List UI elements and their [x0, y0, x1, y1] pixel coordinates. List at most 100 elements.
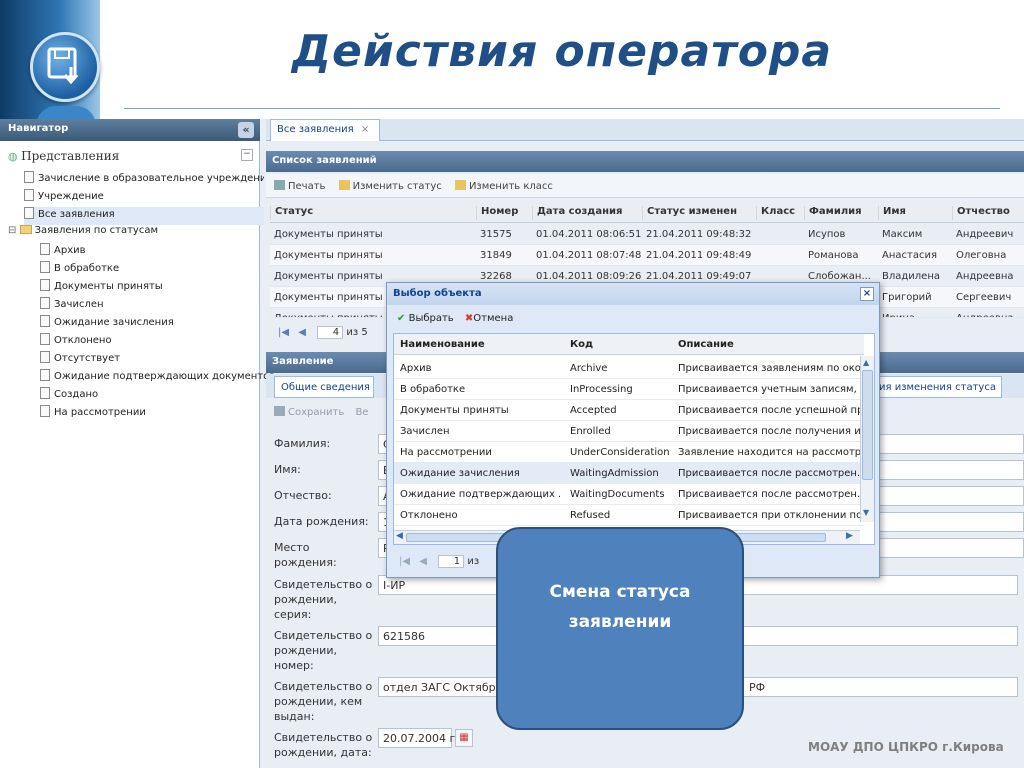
document-icon: [40, 297, 50, 309]
page-input[interactable]: 4: [317, 326, 344, 339]
column-header[interactable]: Наименование: [400, 339, 560, 350]
folder-icon[interactable]: ⊟: [8, 225, 20, 236]
column-header[interactable]: Фамилия: [804, 206, 874, 220]
save-icon: [274, 406, 285, 416]
table-cell: 01.04.2011 08:09:26: [536, 271, 642, 282]
vertical-scrollbar[interactable]: ▲ ▼: [860, 356, 874, 522]
navigator-header: Навигатор «: [0, 119, 260, 141]
table-row[interactable]: Документы приняты 31575 01.04.2011 08:06:5…: [270, 224, 1024, 245]
field-value: 621586: [383, 630, 425, 643]
prev-page-icon[interactable]: ◀: [419, 556, 427, 567]
print-label: Печать: [288, 181, 326, 192]
column-header[interactable]: Код: [570, 339, 674, 350]
sidebar-item[interactable]: Зачисление в образовательное учреждение: [24, 171, 264, 189]
cancel-button[interactable]: ✖Отмена: [465, 313, 513, 324]
table-cell: InProcessing: [570, 384, 633, 395]
column-header[interactable]: Статус: [270, 206, 470, 220]
field-input[interactable]: 20.07.2004 г ▦: [378, 728, 473, 748]
close-tab-icon[interactable]: ×: [361, 124, 369, 135]
first-page-icon[interactable]: |◀: [278, 327, 289, 338]
field-label: Дата рождения:: [274, 515, 369, 528]
scroll-thumb[interactable]: [862, 370, 873, 480]
list-item[interactable]: Ожидание зачисления WaitingAdmission Присв…: [394, 463, 864, 484]
column-header[interactable]: Отчество: [952, 206, 1018, 220]
first-page-icon[interactable]: |◀: [399, 556, 410, 567]
calendar-icon[interactable]: ▦: [455, 729, 473, 747]
list-item[interactable]: Документы приняты Accepted Присваивается п…: [394, 400, 864, 421]
sidebar-item[interactable]: Ожидание подтверждающих документов: [40, 369, 280, 387]
column-header[interactable]: Класс: [756, 206, 800, 220]
sidebar-item-label: Зачислен: [54, 299, 104, 310]
table-cell: Анастасия: [882, 250, 937, 261]
scroll-left-icon[interactable]: ◀: [396, 531, 403, 541]
other-button[interactable]: Ве: [355, 407, 368, 418]
table-cell: Слобожан...: [808, 271, 871, 282]
sidebar-item-label: Заявления по статусам: [34, 225, 158, 236]
close-icon[interactable]: ×: [860, 287, 874, 301]
document-icon: [24, 171, 34, 183]
select-button[interactable]: ✔ Выбрать: [397, 313, 454, 324]
sidebar-item[interactable]: Отклонено: [40, 333, 280, 351]
title-divider: [124, 108, 1000, 109]
collapse-icon[interactable]: «: [238, 122, 254, 138]
form-title: Заявление: [272, 356, 334, 367]
save-button[interactable]: Сохранить: [274, 406, 344, 418]
sidebar-item[interactable]: На рассмотрении: [40, 405, 280, 423]
sidebar-item[interactable]: Отсутствует: [40, 351, 280, 369]
list-pager: |◀ ◀ 4 из 5: [270, 320, 390, 344]
list-panel-header: Список заявлений: [266, 151, 1024, 172]
edit-icon: [338, 180, 350, 190]
list-title: Список заявлений: [272, 155, 377, 166]
table-cell: На рассмотрении: [400, 447, 492, 458]
table-cell: 31849: [480, 250, 512, 261]
tab-general-info[interactable]: Общие сведения: [274, 376, 374, 398]
sidebar-item[interactable]: Документы приняты: [40, 279, 280, 297]
sidebar-item[interactable]: ⊟ Заявления по статусам: [8, 225, 248, 243]
table-cell: Enrolled: [570, 426, 611, 437]
change-class-button[interactable]: Изменить класс: [454, 180, 553, 192]
minimize-icon[interactable]: −: [241, 149, 253, 161]
field-label: Отчество:: [274, 489, 332, 502]
list-item[interactable]: На рассмотрении UnderConsideration Заявлен…: [394, 442, 864, 463]
list-item[interactable]: Зачислен Enrolled Присваивается после полу…: [394, 421, 864, 442]
list-item[interactable]: Отклонено Refused Присваивается при отклон…: [394, 505, 864, 526]
navigator-section-title[interactable]: ◍ Представления: [0, 145, 260, 167]
sidebar-item[interactable]: В обработке: [40, 261, 280, 279]
edit-icon: [454, 180, 466, 190]
sidebar-item[interactable]: Ожидание зачисления: [40, 315, 280, 333]
table-cell: Исупов: [808, 229, 846, 240]
print-button[interactable]: Печать: [274, 180, 326, 192]
change-class-label: Изменить класс: [468, 181, 553, 192]
scroll-up-icon[interactable]: ▲: [863, 358, 869, 367]
table-cell: Документы приняты: [274, 271, 383, 282]
table-cell: 31575: [480, 229, 512, 240]
grid-header: Статус Номер Дата создания Статус изменен Кл…: [270, 202, 1024, 223]
sidebar-item[interactable]: Создано: [40, 387, 280, 405]
sidebar-item[interactable]: Зачислен: [40, 297, 280, 315]
tab-status-history[interactable]: ия изменения статуса: [872, 376, 1002, 398]
table-cell: UnderConsideration: [570, 447, 670, 458]
scroll-down-icon[interactable]: ▼: [863, 508, 869, 517]
table-cell: Присваивается после рассмотрен.: [678, 468, 861, 479]
sidebar-item[interactable]: Все заявления: [24, 207, 264, 225]
sidebar-item[interactable]: Учреждение: [24, 189, 264, 207]
tab-all-applications[interactable]: Все заявления ×: [270, 119, 380, 141]
column-header[interactable]: Описание: [678, 339, 862, 350]
column-header[interactable]: Статус изменен: [642, 206, 752, 220]
list-item[interactable]: В обработке InProcessing Присваивается уче…: [394, 379, 864, 400]
table-cell: Архив: [400, 363, 432, 374]
sidebar-item[interactable]: Архив: [40, 243, 280, 261]
column-header[interactable]: Дата создания: [532, 206, 638, 220]
change-status-button[interactable]: Изменить статус: [338, 180, 442, 192]
list-item[interactable]: Ожидание подтверждающих ... WaitingDocume…: [394, 484, 864, 505]
scroll-right-icon[interactable]: ▶: [846, 531, 853, 541]
table-row[interactable]: Документы приняты 31849 01.04.2011 08:07:4…: [270, 245, 1024, 266]
page-input[interactable]: 1: [438, 555, 465, 568]
list-item[interactable]: Архив Archive Присваивается заявлениям по …: [394, 358, 864, 379]
column-header[interactable]: Имя: [878, 206, 948, 220]
table-cell: WaitingAdmission: [570, 468, 659, 479]
prev-page-icon[interactable]: ◀: [298, 327, 306, 338]
column-header[interactable]: Номер: [476, 206, 528, 220]
field-label: Свидетельство о рождении, кем выдан:: [274, 680, 373, 723]
table-cell: 21.04.2011 09:49:07: [646, 271, 752, 282]
